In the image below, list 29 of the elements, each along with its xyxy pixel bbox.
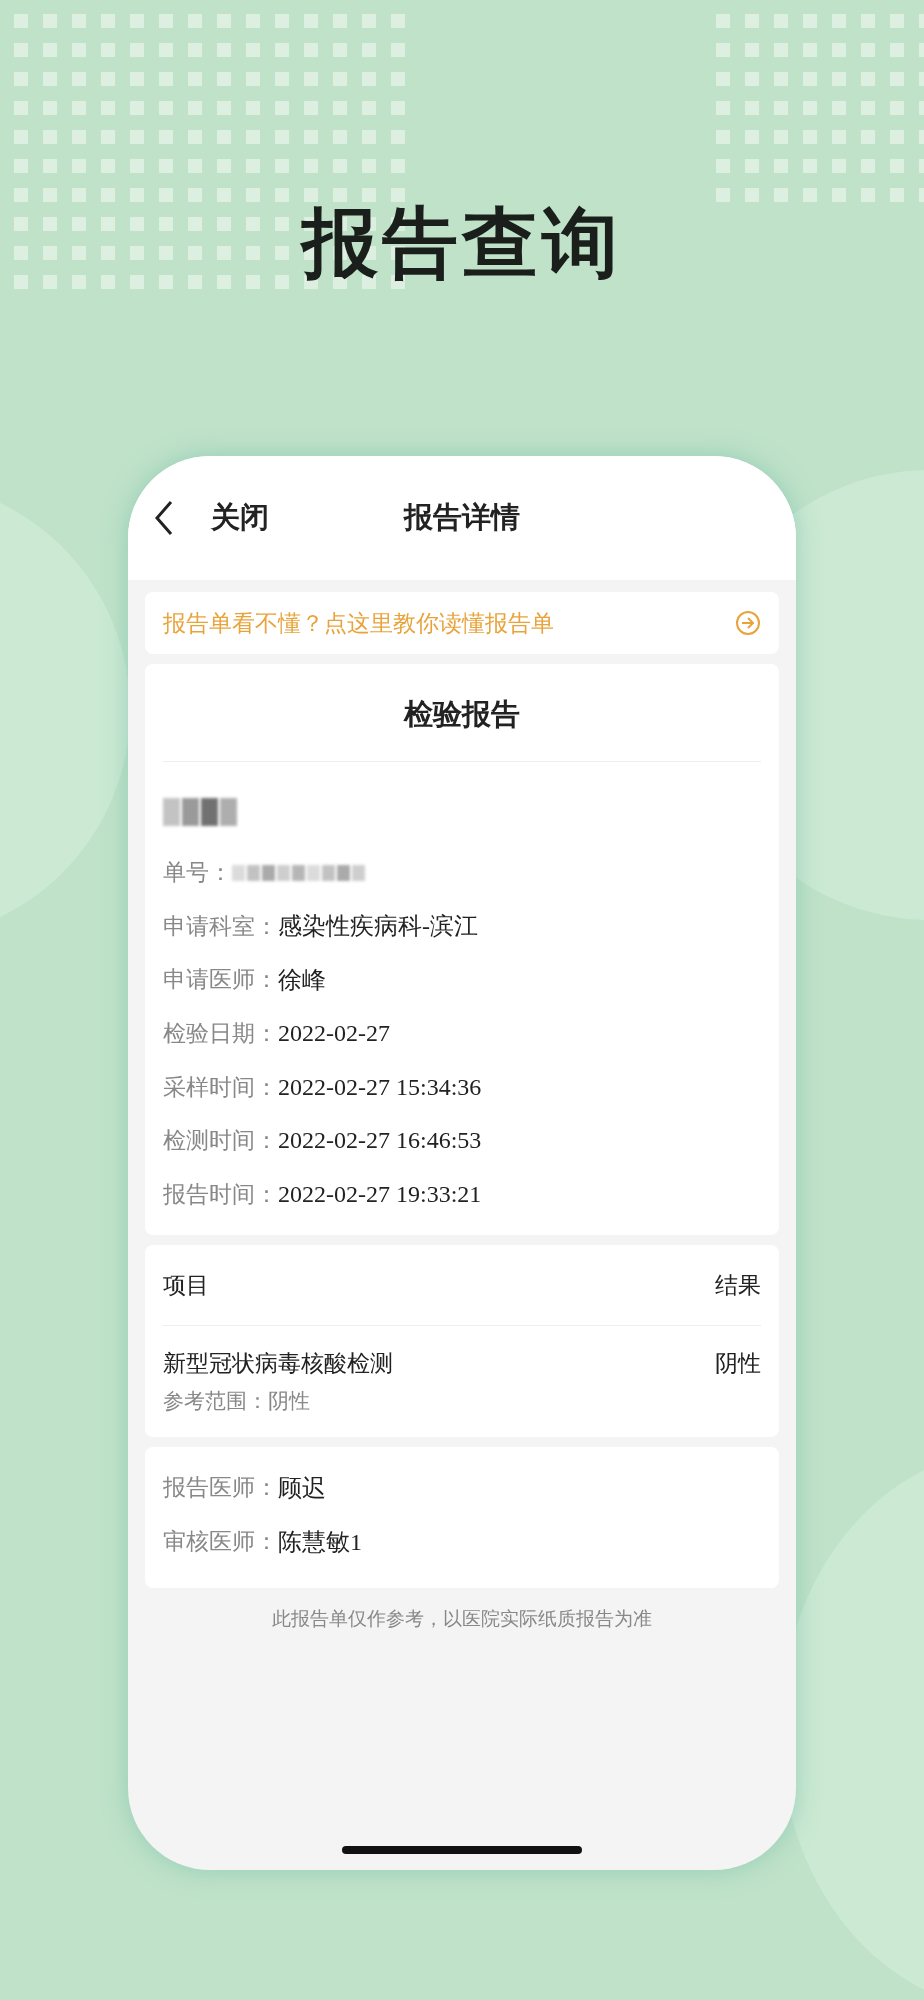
back-icon[interactable] <box>154 500 174 536</box>
field-value: 2022-02-27 15:34:36 <box>278 1073 482 1101</box>
field-label: 审核医师： <box>163 1527 278 1557</box>
screen-title: 报告详情 <box>402 499 521 536</box>
field-label: 检验日期： <box>163 1019 278 1049</box>
field-value: 2022-02-27 16:46:53 <box>278 1127 482 1155</box>
field-label: 采样时间： <box>163 1072 278 1102</box>
field-value: 陈慧敏1 <box>278 1527 362 1557</box>
field-label: 检测时间： <box>163 1126 278 1156</box>
close-link[interactable]: 关闭 <box>211 498 269 538</box>
test-result: 阴性 <box>715 1349 761 1379</box>
report-title: 检验报告 <box>163 664 761 762</box>
reference-range: 参考范围：阴性 <box>163 1388 311 1416</box>
field-label: 报告时间： <box>163 1179 278 1209</box>
arrow-circle-icon <box>735 610 761 636</box>
column-header: 结果 <box>715 1270 761 1300</box>
field-value: 感染性疾病科-滨江 <box>278 912 478 942</box>
test-name: 新型冠状病毒核酸检测 <box>163 1349 393 1379</box>
disclaimer-text: 此报告单仅作参考，以医院实际纸质报告为准 <box>271 1606 653 1632</box>
field-value: 2022-02-27 <box>278 1020 390 1048</box>
field-label: 报告医师： <box>163 1473 278 1503</box>
column-header: 项目 <box>163 1270 209 1300</box>
field-value: 2022-02-27 19:33:21 <box>278 1180 482 1208</box>
field-label: 申请科室： <box>163 911 278 941</box>
field-label: 申请医师： <box>163 965 278 995</box>
field-label: 单号： <box>163 858 232 888</box>
field-value: 徐峰 <box>278 966 326 995</box>
field-value: 顾迟 <box>278 1473 326 1503</box>
page-title: 报告查询 <box>302 205 622 289</box>
